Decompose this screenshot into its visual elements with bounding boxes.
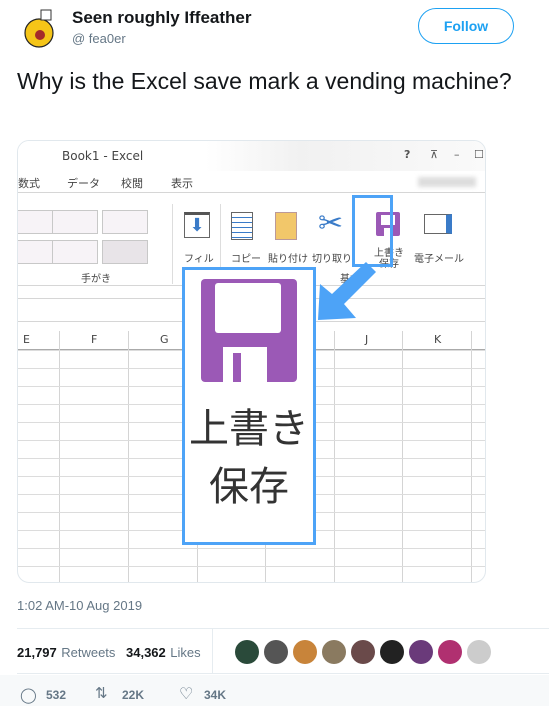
liker-avatar[interactable] bbox=[351, 640, 375, 664]
reply-count[interactable]: 532 bbox=[46, 688, 66, 702]
retweets-count: 21,797 bbox=[17, 645, 57, 660]
callout-label-line2: 保存 bbox=[209, 464, 289, 510]
save-callout-zoom: 上書き 保存 bbox=[182, 267, 316, 545]
email-button[interactable]: 電子メール bbox=[414, 250, 464, 265]
maximize-icon[interactable]: ☐ bbox=[474, 148, 484, 161]
likes-label: Likes bbox=[170, 645, 201, 660]
row-divider bbox=[18, 566, 485, 567]
avatar[interactable] bbox=[16, 6, 58, 48]
stats-divider bbox=[212, 629, 213, 674]
action-bar bbox=[0, 675, 549, 706]
ribbon-tabs: 数式 データ 校閲 表示 bbox=[18, 171, 485, 193]
column-header[interactable]: F bbox=[91, 333, 97, 346]
row-divider bbox=[18, 548, 485, 549]
scissors-icon[interactable]: ✂ bbox=[318, 206, 343, 241]
paste-button[interactable]: 貼り付け bbox=[268, 250, 308, 265]
like-count[interactable]: 34K bbox=[204, 688, 226, 702]
ink-pen[interactable] bbox=[52, 240, 98, 264]
arrow-icon bbox=[318, 262, 376, 320]
tweet-text: Why is the Excel save mark a vending mac… bbox=[17, 68, 512, 94]
ink-pen[interactable] bbox=[102, 210, 148, 234]
retweets-stat[interactable]: 21,797 Retweets bbox=[17, 644, 115, 662]
ink-pen[interactable] bbox=[18, 210, 54, 234]
tab-formulas[interactable]: 数式 bbox=[18, 175, 40, 191]
ink-pen[interactable] bbox=[52, 210, 98, 234]
save-highlight-box bbox=[352, 195, 393, 267]
author-name[interactable]: Seen roughly Iffeather bbox=[72, 8, 251, 28]
copy-button[interactable]: コピー bbox=[231, 250, 261, 265]
email-icon[interactable] bbox=[424, 214, 452, 234]
timestamp[interactable]: 1:02 AM-10 Aug 2019 bbox=[17, 598, 142, 613]
account-name-blurred[interactable] bbox=[418, 177, 476, 187]
column-header[interactable]: K bbox=[434, 333, 441, 346]
ink-pen[interactable] bbox=[18, 240, 54, 264]
liker-avatar[interactable] bbox=[293, 640, 317, 664]
fill-down-icon[interactable]: ⬇ bbox=[184, 212, 210, 238]
tab-data[interactable]: データ bbox=[67, 175, 100, 191]
retweet-count[interactable]: 22K bbox=[122, 688, 144, 702]
minimize-icon[interactable]: – bbox=[454, 148, 460, 161]
column-header[interactable]: G bbox=[160, 333, 169, 346]
group-label-ink: 手がき bbox=[81, 274, 111, 285]
liker-avatar[interactable] bbox=[322, 640, 346, 664]
tab-view[interactable]: 表示 bbox=[171, 175, 193, 191]
help-icon[interactable]: ? bbox=[404, 148, 410, 161]
copy-icon[interactable] bbox=[231, 212, 253, 240]
liker-avatar[interactable] bbox=[235, 640, 259, 664]
column-header[interactable]: J bbox=[365, 333, 368, 346]
liker-avatar[interactable] bbox=[380, 640, 404, 664]
liker-avatar[interactable] bbox=[409, 640, 433, 664]
like-icon[interactable]: ♡ bbox=[179, 684, 193, 704]
retweet-icon[interactable]: ⇅ bbox=[95, 684, 108, 702]
follow-button[interactable]: Follow bbox=[418, 8, 514, 44]
ink-pen[interactable] bbox=[102, 240, 148, 264]
liker-avatar[interactable] bbox=[438, 640, 462, 664]
callout-label: 上書き 保存 bbox=[185, 400, 313, 516]
likes-stat[interactable]: 34,362 Likes bbox=[126, 644, 201, 662]
window-title: Book1 - Excel bbox=[62, 149, 144, 163]
author-handle[interactable]: @ fea0er bbox=[72, 31, 126, 46]
group-divider bbox=[172, 204, 173, 284]
liker-avatar[interactable] bbox=[264, 640, 288, 664]
ribbon-display-icon[interactable]: ⊼ bbox=[430, 148, 438, 161]
likes-count: 34,362 bbox=[126, 645, 166, 660]
fill-button[interactable]: フィル bbox=[184, 250, 214, 265]
tab-review[interactable]: 校閲 bbox=[121, 175, 143, 191]
liker-avatar[interactable] bbox=[467, 640, 491, 664]
column-header[interactable]: E bbox=[23, 333, 30, 346]
tweet-stats: 21,797 Retweets 34,362 Likes bbox=[17, 628, 549, 674]
paste-icon[interactable] bbox=[275, 212, 297, 240]
excel-titlebar: Book1 - Excel ? ⊼ – ☐ bbox=[18, 141, 485, 171]
save-icon-large bbox=[201, 279, 297, 382]
reply-icon[interactable]: ◯ bbox=[20, 686, 37, 704]
retweets-label: Retweets bbox=[61, 645, 116, 660]
callout-label-line1: 上書き bbox=[189, 406, 309, 452]
